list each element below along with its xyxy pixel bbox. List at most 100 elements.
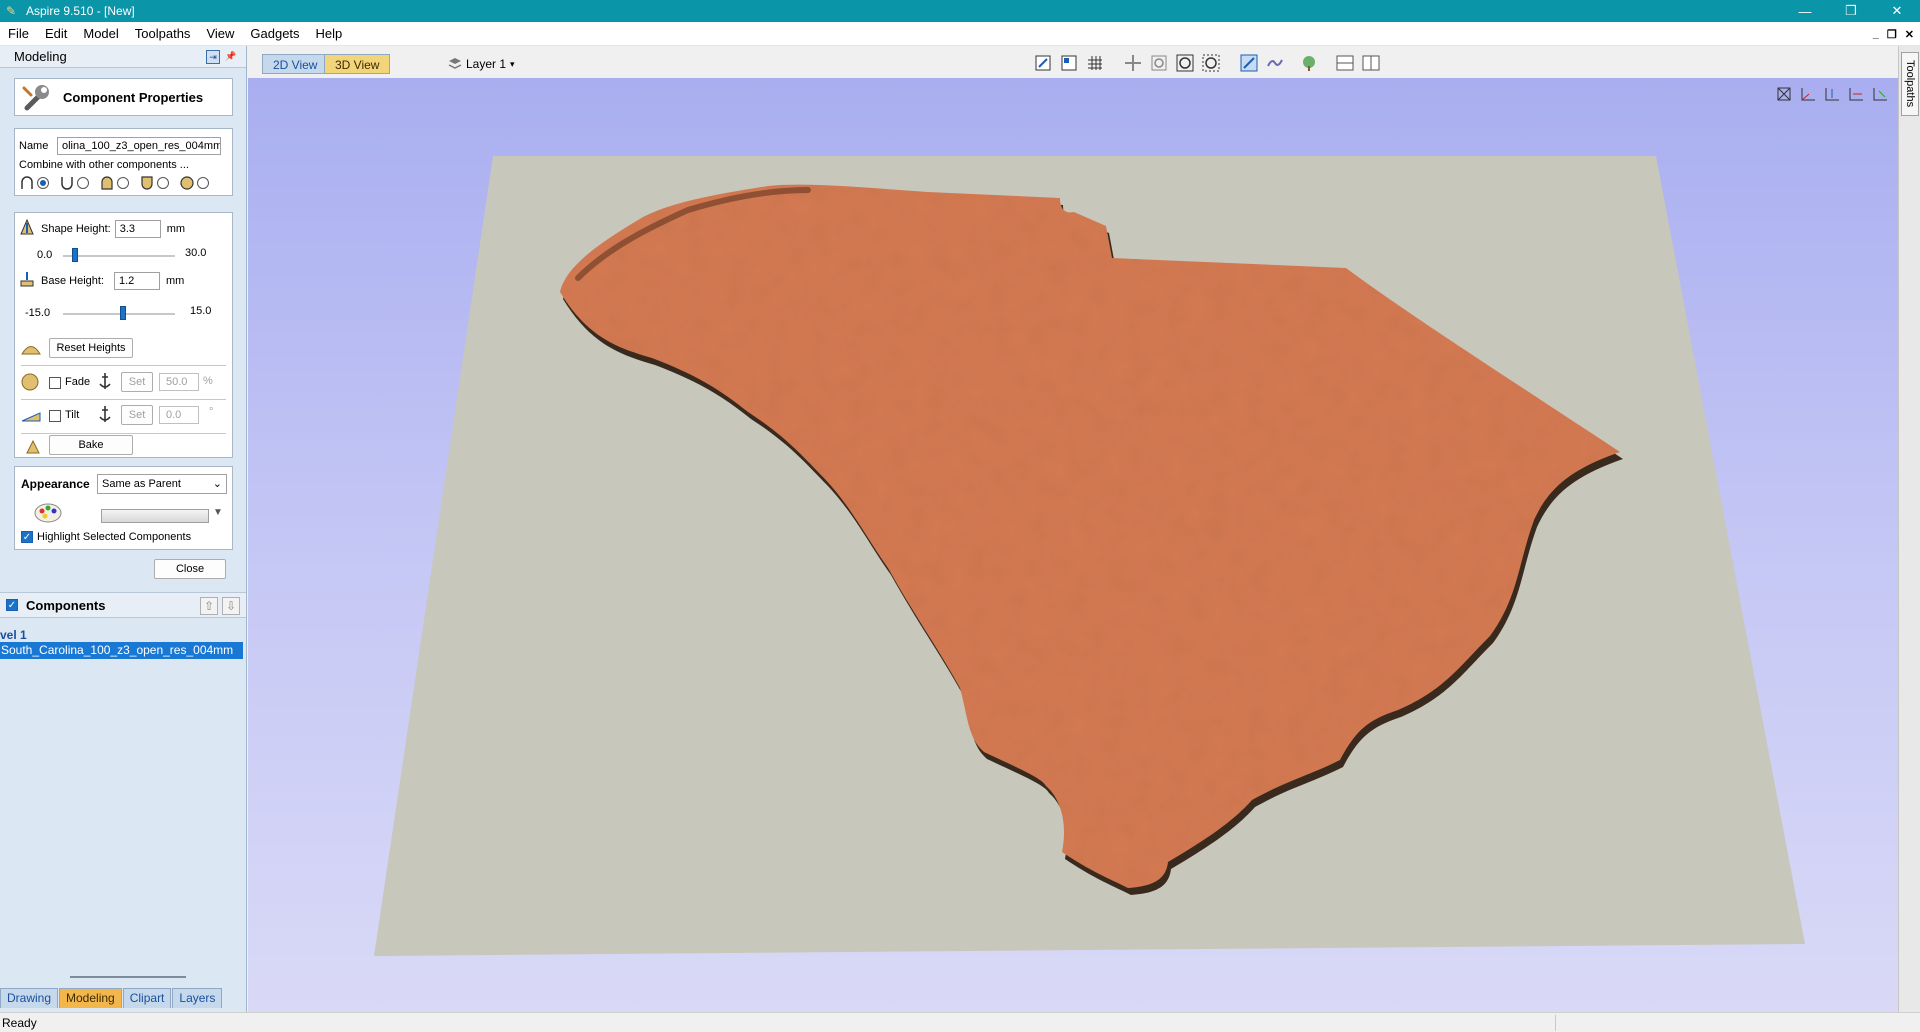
- components-visible-checkbox[interactable]: ✓: [6, 599, 18, 611]
- base-height-icon: [19, 271, 35, 290]
- shape-height-row: Shape Height: 3.3 mm: [19, 218, 186, 238]
- tab-layers[interactable]: Layers: [172, 988, 223, 1008]
- fade-anchor-icon[interactable]: [97, 371, 113, 394]
- material-dropdown-arrow-icon[interactable]: ▼: [213, 507, 223, 518]
- fade-value-spinner[interactable]: 50.0: [159, 373, 199, 391]
- material-swatch[interactable]: [101, 509, 209, 523]
- bake-icon: [25, 438, 41, 457]
- combine-merge-radio[interactable]: [117, 177, 129, 189]
- tilt-checkbox[interactable]: [49, 410, 61, 422]
- shape-height-input[interactable]: 3.3: [114, 219, 161, 238]
- component-tree-item[interactable]: South_Carolina_100_z3_open_res_004mm: [0, 642, 243, 659]
- appearance-value: Same as Parent: [102, 478, 181, 490]
- base-height-slider[interactable]: [63, 313, 175, 315]
- view-y-side-icon[interactable]: [1870, 84, 1890, 104]
- combine-low-icon: [139, 175, 155, 191]
- panel-tabs: Drawing Modeling Clipart Layers: [0, 988, 223, 1008]
- 3d-scene: [374, 156, 1805, 956]
- appearance-dropdown[interactable]: Same as Parent ⌄: [97, 474, 227, 494]
- maximize-window-button[interactable]: ❐: [1828, 0, 1874, 22]
- palette-icon: [33, 501, 63, 526]
- tilt-set-button[interactable]: Set: [121, 405, 153, 425]
- view-iso-icon[interactable]: [1774, 84, 1794, 104]
- tab-3d-view[interactable]: 3D View: [324, 54, 391, 74]
- tilt-value-spinner[interactable]: 0.0: [159, 406, 199, 424]
- pan-icon[interactable]: [1122, 52, 1144, 74]
- shading-icon[interactable]: [1298, 52, 1320, 74]
- minimize-window-button[interactable]: —: [1782, 0, 1828, 22]
- component-order-buttons: ⇧ ⇩: [200, 597, 240, 615]
- render-mode-icon[interactable]: [1238, 52, 1260, 74]
- panel-expand-icon[interactable]: ⇥: [206, 50, 220, 64]
- close-button[interactable]: Close: [154, 559, 226, 579]
- tab-modeling[interactable]: Modeling: [59, 988, 122, 1008]
- heights-section: Shape Height: 3.3 mm 0.0 30.0 Base Heigh…: [14, 212, 233, 458]
- fade-checkbox[interactable]: [49, 377, 61, 389]
- base-height-slider-thumb[interactable]: [120, 306, 127, 320]
- panel-header-buttons: ⇥ 📌: [206, 50, 238, 64]
- doc-restore-button[interactable]: ❐: [1887, 28, 1897, 41]
- view-x-side-icon[interactable]: [1846, 84, 1866, 104]
- doc-minimize-button[interactable]: _: [1873, 28, 1879, 40]
- menu-file[interactable]: File: [0, 22, 37, 46]
- snap-grid-icon[interactable]: [1058, 52, 1080, 74]
- window-controls: — ❐ ✕: [1782, 0, 1920, 22]
- panel-scroll-indicator[interactable]: [70, 976, 186, 978]
- view-x-axis-icon[interactable]: [1798, 84, 1818, 104]
- shape-height-unit: mm: [166, 222, 186, 235]
- shape-height-label: Shape Height:: [41, 222, 111, 235]
- split-horizontal-icon[interactable]: [1334, 52, 1356, 74]
- component-level-label[interactable]: vel 1: [0, 628, 27, 642]
- tab-drawing[interactable]: Drawing: [0, 988, 59, 1008]
- menu-view[interactable]: View: [198, 22, 242, 46]
- shape-height-slider[interactable]: [63, 255, 175, 257]
- base-height-max: 15.0: [190, 305, 212, 317]
- highlight-selected-checkbox[interactable]: ✓: [21, 531, 33, 543]
- base-height-input[interactable]: 1.2: [113, 271, 160, 290]
- zoom-box-icon[interactable]: [1148, 52, 1170, 74]
- menu-model[interactable]: Model: [75, 22, 126, 46]
- reset-heights-button[interactable]: Reset Heights: [49, 338, 133, 358]
- components-header: ✓ Components ⇧ ⇩: [0, 592, 246, 618]
- name-label: Name: [19, 140, 49, 152]
- toolpath-preview-icon[interactable]: [1264, 52, 1286, 74]
- component-name-field[interactable]: olina_100_z3_open_res_004mm: [57, 137, 221, 155]
- combine-multiply-radio[interactable]: [197, 177, 209, 189]
- toolpaths-side-tab[interactable]: Toolpaths: [1901, 52, 1919, 116]
- status-divider: [1555, 1015, 1556, 1031]
- doc-close-button[interactable]: ✕: [1905, 28, 1914, 41]
- draw-box-icon[interactable]: [1032, 52, 1054, 74]
- modeling-panel: Modeling ⇥ 📌 Component Properties Name o…: [0, 46, 247, 1012]
- pin-icon[interactable]: 📌: [224, 50, 238, 64]
- shape-height-slider-thumb[interactable]: [72, 248, 79, 262]
- bake-button[interactable]: Bake: [49, 435, 133, 455]
- combine-add-icon: [19, 175, 35, 191]
- 3d-viewport[interactable]: [248, 78, 1898, 1012]
- view-z-axis-icon[interactable]: [1822, 84, 1842, 104]
- tilt-anchor-icon[interactable]: [97, 404, 113, 427]
- layers-icon: [448, 57, 462, 72]
- shape-height-max: 30.0: [185, 247, 207, 259]
- move-down-icon[interactable]: ⇩: [222, 597, 240, 615]
- combine-add-radio[interactable]: [37, 177, 49, 189]
- combine-subtract-radio[interactable]: [77, 177, 89, 189]
- shape-height-min: 0.0: [37, 249, 53, 261]
- fade-label: Fade: [65, 376, 91, 388]
- menu-toolpaths[interactable]: Toolpaths: [127, 22, 199, 46]
- move-up-icon[interactable]: ⇧: [200, 597, 218, 615]
- tab-clipart[interactable]: Clipart: [122, 988, 172, 1008]
- zoom-selection-icon[interactable]: [1200, 52, 1222, 74]
- combine-low-radio[interactable]: [157, 177, 169, 189]
- layer-selector[interactable]: Layer 1 ▾: [448, 54, 515, 74]
- close-window-button[interactable]: ✕: [1874, 0, 1920, 22]
- name-row: Name olina_100_z3_open_res_004mm: [19, 137, 221, 155]
- tab-2d-view[interactable]: 2D View: [262, 54, 329, 74]
- fade-set-button[interactable]: Set: [121, 372, 153, 392]
- menu-help[interactable]: Help: [308, 22, 351, 46]
- menu-gadgets[interactable]: Gadgets: [242, 22, 307, 46]
- split-vertical-icon[interactable]: [1360, 52, 1382, 74]
- grid-icon[interactable]: [1084, 52, 1106, 74]
- highlight-selected-label: Highlight Selected Components: [37, 531, 192, 543]
- menu-edit[interactable]: Edit: [37, 22, 75, 46]
- zoom-fit-icon[interactable]: [1174, 52, 1196, 74]
